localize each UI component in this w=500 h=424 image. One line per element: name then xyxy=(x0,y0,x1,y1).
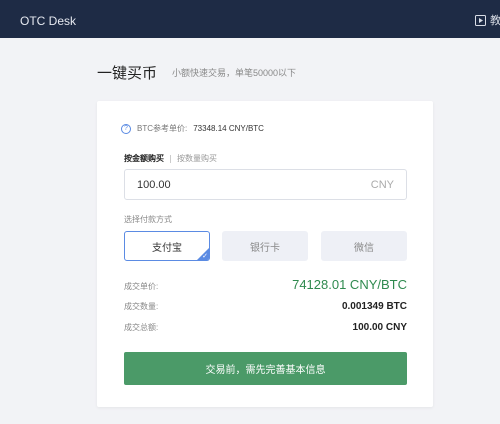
summary-quantity-label: 成交数量: xyxy=(124,302,159,311)
amount-unit: CNY xyxy=(370,179,394,191)
check-icon: ✓ xyxy=(202,253,208,260)
amount-value[interactable]: 100.00 xyxy=(137,179,171,191)
payment-method-label: 选择付款方式 xyxy=(124,215,172,224)
tab-divider xyxy=(170,154,171,163)
tutorial-label: 教程 xyxy=(490,15,500,27)
reference-price-label: BTC参考单价: xyxy=(137,124,188,133)
reference-price-value: 73348.14 CNY/BTC xyxy=(193,124,264,133)
summary-price-row: 成交单价: 74128.01 CNY/BTC xyxy=(124,277,407,292)
payment-option-label: 微信 xyxy=(354,242,374,254)
summary-total-label: 成交总额: xyxy=(124,323,159,332)
buy-card: ? BTC参考单价: 73348.14 CNY/BTC 按金额购买 按数量购买 … xyxy=(97,101,433,407)
summary-total-value: 100.00 CNY xyxy=(352,322,407,333)
page-subtitle: 小额快速交易，单笔50000以下 xyxy=(172,68,297,78)
summary-price-value: 74128.01 CNY/BTC xyxy=(292,277,407,292)
question-icon[interactable]: ? xyxy=(121,123,131,134)
buy-mode-tabs: 按金额购买 按数量购买 xyxy=(124,153,217,164)
summary-price-label: 成交单价: xyxy=(124,282,159,291)
reference-price: ? BTC参考单价: 73348.14 CNY/BTC xyxy=(121,123,264,134)
top-navbar: OTC Desk 教程 xyxy=(0,0,500,38)
summary-quantity-value: 0.001349 BTC xyxy=(341,301,407,312)
tab-buy-by-amount[interactable]: 按金额购买 xyxy=(124,153,164,164)
payment-option-wechat[interactable]: 微信 xyxy=(321,231,407,261)
tutorial-link[interactable]: 教程 xyxy=(475,12,500,28)
payment-option-label: 银行卡 xyxy=(250,242,280,254)
tab-buy-by-quantity[interactable]: 按数量购买 xyxy=(177,153,217,164)
summary-quantity-row: 成交数量: 0.001349 BTC xyxy=(124,301,407,312)
amount-input[interactable]: 100.00 CNY xyxy=(124,169,407,200)
payment-option-label: 支付宝 xyxy=(152,242,182,254)
page-title: 一键买币 xyxy=(97,65,158,82)
payment-option-alipay[interactable]: 支付宝 ✓ xyxy=(124,231,210,261)
summary-total-row: 成交总额: 100.00 CNY xyxy=(124,322,407,333)
brand-title[interactable]: OTC Desk xyxy=(20,14,76,28)
payment-option-bank-card[interactable]: 银行卡 xyxy=(222,231,308,261)
play-icon xyxy=(475,14,486,26)
submit-button[interactable]: 交易前，需先完善基本信息 xyxy=(124,352,407,385)
